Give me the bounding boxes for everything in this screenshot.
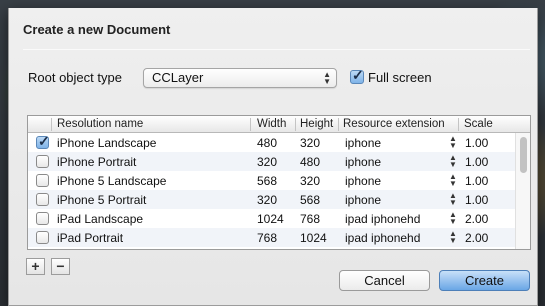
table-header: Resolution name Width Height Resource ex…	[28, 116, 530, 133]
resolution-width[interactable]: 1024	[257, 212, 284, 226]
resolution-width[interactable]: 568	[257, 174, 277, 188]
resolution-width[interactable]: 480	[257, 136, 277, 150]
resource-extension[interactable]: iphone	[345, 174, 381, 188]
extension-stepper-icon[interactable]: ▲ ▼	[449, 230, 457, 245]
resolution-scale[interactable]: 1.00	[465, 136, 488, 150]
column-header-resolution-name[interactable]: Resolution name	[57, 118, 143, 130]
resolution-scale[interactable]: 1.00	[465, 174, 488, 188]
scrollbar-thumb[interactable]	[520, 137, 527, 173]
column-header-height[interactable]: Height	[300, 118, 333, 130]
full-screen-checkbox[interactable]: ✓	[350, 67, 364, 84]
resolution-name: iPhone 5 Landscape	[57, 174, 167, 188]
root-object-type-select[interactable]: CCLayer ▲ ▼	[143, 68, 337, 88]
resolution-height[interactable]: 320	[300, 174, 320, 188]
popup-arrows-icon: ▲ ▼	[323, 70, 331, 86]
column-divider	[295, 118, 296, 131]
resource-extension[interactable]: iphone	[345, 155, 381, 169]
title-separator	[23, 49, 530, 50]
resolution-name: iPhone Portrait	[57, 155, 137, 169]
resolution-height[interactable]: 768	[300, 212, 320, 226]
resource-extension[interactable]: ipad iphonehd	[345, 212, 420, 226]
resource-extension[interactable]: iphone	[345, 193, 381, 207]
extension-stepper-icon[interactable]: ▲ ▼	[449, 192, 457, 207]
row-enabled-checkbox[interactable]	[36, 174, 49, 187]
table-row[interactable]: iPhone 5 Portrait 320 568 iphone ▲ ▼ 1.00	[28, 190, 516, 209]
resolution-name: iPhone 5 Portrait	[57, 193, 147, 207]
create-button[interactable]: Create	[439, 270, 530, 291]
column-divider	[250, 118, 251, 131]
resolution-height[interactable]: 1024	[300, 231, 327, 245]
resolution-height[interactable]: 320	[300, 136, 320, 150]
resource-extension[interactable]: ipad iphonehd	[345, 231, 420, 245]
column-divider	[338, 118, 339, 131]
create-document-dialog: Create a new Document Root object type C…	[8, 8, 538, 306]
column-divider	[51, 118, 52, 131]
column-header-scale[interactable]: Scale	[464, 118, 493, 130]
table-row[interactable]: ✓ iPhone Landscape 480 320 iphone ▲ ▼ 1.0…	[28, 133, 516, 152]
checkmark-icon: ✓	[352, 67, 364, 83]
root-object-type-value: CCLayer	[152, 70, 204, 85]
resolution-height[interactable]: 480	[300, 155, 320, 169]
row-enabled-checkbox[interactable]	[36, 212, 49, 225]
resolution-scale[interactable]: 2.00	[465, 231, 488, 245]
column-header-resource-extension[interactable]: Resource extension	[343, 118, 445, 130]
column-header-width[interactable]: Width	[257, 118, 286, 130]
extension-stepper-icon[interactable]: ▲ ▼	[449, 211, 457, 226]
remove-resolution-button[interactable]: −	[51, 258, 70, 275]
row-enabled-checkbox[interactable]	[36, 155, 49, 168]
resolutions-table: Resolution name Width Height Resource ex…	[27, 115, 531, 250]
resolution-name: iPhone Landscape	[57, 136, 157, 150]
resolution-scale[interactable]: 2.00	[465, 212, 488, 226]
add-resolution-button[interactable]: +	[26, 258, 45, 275]
resolution-height[interactable]: 568	[300, 193, 320, 207]
resolution-name: iPad Portrait	[57, 231, 124, 245]
root-object-type-label: Root object type	[28, 70, 122, 85]
row-enabled-checkbox[interactable]	[36, 231, 49, 244]
table-row[interactable]: iPad Portrait 768 1024 ipad iphonehd ▲ ▼ …	[28, 228, 516, 247]
resolution-scale[interactable]: 1.00	[465, 193, 488, 207]
table-row[interactable]: iPhone 5 Landscape 568 320 iphone ▲ ▼ 1.0…	[28, 171, 516, 190]
extension-stepper-icon[interactable]: ▲ ▼	[449, 154, 457, 169]
row-enabled-checkbox[interactable]: ✓	[36, 133, 50, 149]
resolution-width[interactable]: 768	[257, 231, 277, 245]
resolution-name: iPad Landscape	[57, 212, 144, 226]
extension-stepper-icon[interactable]: ▲ ▼	[449, 173, 457, 188]
resolution-scale[interactable]: 1.00	[465, 155, 488, 169]
row-enabled-checkbox[interactable]	[36, 193, 49, 206]
dialog-title: Create a new Document	[23, 22, 171, 37]
full-screen-label: Full screen	[368, 70, 432, 85]
table-scrollbar[interactable]	[515, 133, 530, 249]
resolution-width[interactable]: 320	[257, 193, 277, 207]
extension-stepper-icon[interactable]: ▲ ▼	[449, 135, 457, 150]
cancel-button[interactable]: Cancel	[339, 270, 430, 291]
column-divider	[458, 118, 459, 131]
checkmark-icon: ✓	[38, 133, 50, 149]
resolution-width[interactable]: 320	[257, 155, 277, 169]
resource-extension[interactable]: iphone	[345, 136, 381, 150]
table-row[interactable]: iPad Landscape 1024 768 ipad iphonehd ▲ ▼…	[28, 209, 516, 228]
table-row[interactable]: iPhone Portrait 320 480 iphone ▲ ▼ 1.00	[28, 152, 516, 171]
